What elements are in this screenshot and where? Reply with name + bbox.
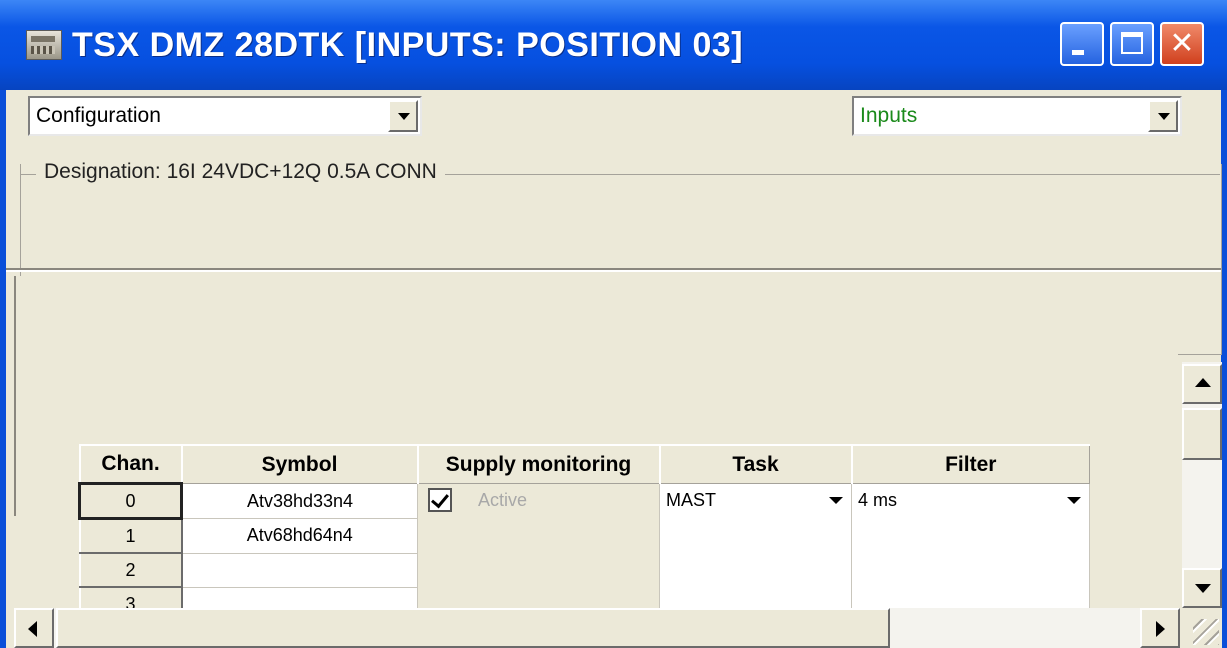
view-select-value: Configuration [36,104,161,127]
minimize-icon [1072,50,1084,55]
resize-grip-icon[interactable] [1182,608,1222,648]
view-select[interactable]: Configuration [28,96,422,136]
close-icon: ✕ [1169,26,1195,61]
task-select[interactable]: MAST [666,484,851,516]
channel-number[interactable]: 0 [78,482,183,520]
splitter[interactable] [6,268,1221,272]
designation-label: Designation: 16I 24VDC+12Q 0.5A CONN [36,160,445,184]
io-select-value: Inputs [860,104,918,127]
io-select[interactable]: Inputs [852,96,1182,136]
column-header-task[interactable]: Task [658,444,852,484]
filter-select[interactable]: 4 ms [858,484,1089,516]
channel-table: Chan. Symbol Supply monitoring Task Filt… [78,444,1090,622]
filter-select-value: 4 ms [858,490,898,510]
scroll-right-button[interactable] [1140,608,1180,648]
table-row[interactable]: 0 Atv38hd33n4 Active MAST 4 ms [78,482,1090,622]
module-icon [26,30,62,60]
window-title: TSX DMZ 28DTK [INPUTS: POSITION 03] [72,26,744,64]
close-button[interactable]: ✕ [1160,22,1204,66]
column-header-symbol[interactable]: Symbol [180,444,418,484]
chevron-down-icon[interactable] [388,100,418,132]
vertical-scroll-thumb[interactable] [1182,408,1222,460]
scroll-left-button[interactable] [14,608,54,648]
supply-monitoring-checkbox[interactable] [428,488,452,512]
maximize-icon [1121,32,1143,54]
config-window: TSX DMZ 28DTK [INPUTS: POSITION 03] ✕ Co… [0,0,1227,648]
task-cell: MAST [659,483,852,622]
chevron-down-icon[interactable] [829,497,843,504]
channel-number[interactable]: 1 [78,517,183,554]
symbol-cell[interactable] [181,552,418,588]
column-header-filter[interactable]: Filter [850,444,1090,484]
chevron-down-icon[interactable] [1148,100,1178,132]
scroll-up-button[interactable] [1182,364,1222,404]
column-header-chan[interactable]: Chan. [78,444,182,484]
symbol-cell[interactable]: Atv68hd64n4 [181,518,418,554]
maximize-button[interactable] [1110,22,1154,66]
chevron-down-icon[interactable] [1067,497,1081,504]
scroll-down-button[interactable] [1182,568,1222,608]
horizontal-scroll-thumb[interactable] [56,608,890,648]
channel-number[interactable]: 2 [78,552,183,588]
minimize-button[interactable] [1060,22,1104,66]
task-select-value: MAST [666,490,717,510]
column-header-supply[interactable]: Supply monitoring [416,444,660,484]
filter-cell: 4 ms [851,483,1090,622]
supply-monitoring-cell: Active [417,483,660,622]
symbol-cell[interactable]: Atv38hd33n4 [181,483,418,519]
supply-monitoring-label: Active [478,490,528,510]
title-bar[interactable]: TSX DMZ 28DTK [INPUTS: POSITION 03] ✕ [0,0,1227,90]
table-header-row: Chan. Symbol Supply monitoring Task Filt… [78,444,1090,484]
